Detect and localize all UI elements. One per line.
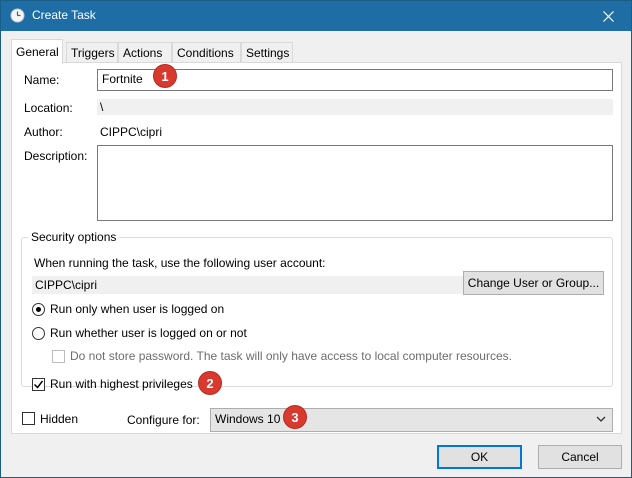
user-account-value: CIPPC\cipri [35, 278, 98, 292]
author-value: CIPPC\cipri [100, 125, 163, 139]
tab-label: Settings [246, 46, 290, 60]
cancel-label: Cancel [561, 450, 599, 464]
tab-settings[interactable]: Settings [241, 42, 293, 63]
location-label: Location: [24, 101, 73, 115]
description-field[interactable] [97, 145, 613, 221]
ok-label: OK [470, 450, 489, 464]
name-value: Fortnite [102, 72, 143, 86]
tab-label: Actions [123, 46, 163, 60]
user-account-field: CIPPC\cipri [32, 276, 464, 294]
change-user-button[interactable]: Change User or Group... [463, 271, 604, 295]
annotation-badge-3: 3 [284, 406, 306, 428]
ok-button[interactable]: OK [437, 445, 522, 469]
tab-general[interactable]: General [11, 39, 63, 64]
tab-label: Triggers [71, 46, 115, 60]
tab-label: General [16, 45, 59, 59]
name-label: Name: [24, 73, 60, 87]
do-not-store-password-checkbox [52, 350, 65, 363]
annotation-badge-2: 2 [199, 372, 221, 394]
location-text: \ [100, 100, 104, 114]
highest-privileges-label[interactable]: Run with highest privileges [50, 377, 193, 391]
tab-actions[interactable]: Actions [118, 42, 172, 63]
hidden-label[interactable]: Hidden [40, 412, 78, 426]
radio-selected-dot [36, 307, 41, 312]
configure-for-label: Configure for: [127, 413, 200, 427]
chevron-down-icon [596, 416, 606, 422]
run-logged-on-radio[interactable] [32, 303, 45, 316]
title-bar: Create Task [1, 1, 631, 31]
do-not-store-password-label: Do not store password. The task will onl… [70, 349, 512, 363]
annotation-badge-1: 1 [154, 65, 176, 87]
create-task-dialog: Create Task General Triggers Actions Con… [0, 0, 632, 478]
tab-triggers[interactable]: Triggers [66, 42, 118, 63]
highest-privileges-checkbox[interactable] [32, 378, 45, 391]
tab-conditions[interactable]: Conditions [172, 42, 241, 63]
description-label: Description: [24, 149, 88, 163]
run-logged-on-label[interactable]: Run only when user is logged on [50, 302, 224, 316]
run-whether-radio[interactable] [32, 327, 45, 340]
checkmark-icon [33, 380, 44, 389]
task-scheduler-icon [10, 8, 25, 23]
configure-for-value: Windows 10 [215, 412, 281, 426]
close-button[interactable] [585, 1, 631, 31]
window-title: Create Task [32, 8, 96, 22]
security-options-group: Security options When running the task, … [21, 230, 613, 391]
author-label: Author: [24, 125, 63, 139]
security-options-title: Security options [28, 230, 120, 244]
hidden-checkbox[interactable] [22, 412, 35, 425]
close-icon [602, 10, 614, 22]
configure-for-dropdown[interactable]: Windows 10 [210, 408, 613, 432]
change-user-label: Change User or Group... [467, 276, 600, 290]
location-value: \ [97, 99, 613, 115]
run-whether-label[interactable]: Run whether user is logged on or not [50, 326, 247, 340]
tab-label: Conditions [177, 46, 234, 60]
cancel-button[interactable]: Cancel [538, 445, 622, 469]
general-panel: Name: Fortnite Location: \ Author: CIPPC… [11, 62, 622, 434]
account-prompt: When running the task, use the following… [34, 256, 326, 270]
